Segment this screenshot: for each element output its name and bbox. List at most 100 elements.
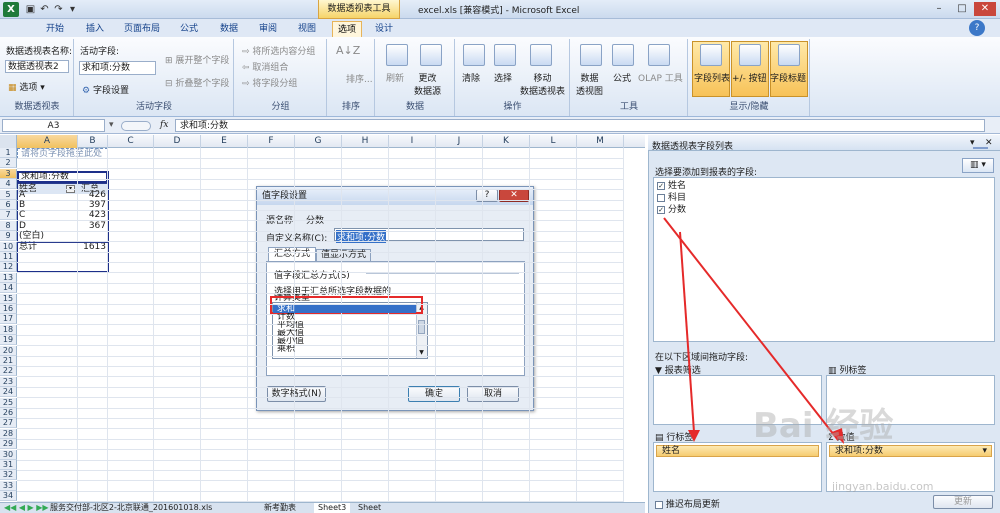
column-header-i[interactable]: I (389, 135, 436, 148)
column-header-l[interactable]: L (530, 135, 577, 148)
row-header-34[interactable]: 34 (0, 491, 17, 501)
field-checkbox[interactable] (657, 194, 665, 202)
arrow-head-row-labels (688, 430, 700, 442)
row-header-12[interactable]: 12 (0, 262, 17, 272)
calc-option-0[interactable]: 求和 (273, 305, 416, 313)
field-item-0[interactable]: ✓ 姓名 (657, 180, 686, 192)
row-header-8[interactable]: 8 (0, 221, 17, 231)
row-header-3[interactable]: 3 (0, 169, 17, 179)
arrow-to-row-labels (679, 231, 695, 433)
field-checkbox[interactable]: ✓ (657, 206, 665, 214)
row-header-23[interactable]: 23 (0, 377, 17, 387)
field-label: 分数 (668, 205, 687, 215)
column-header-d[interactable]: D (154, 135, 201, 148)
column-header-f[interactable]: F (248, 135, 295, 148)
row-header-17[interactable]: 17 (0, 314, 17, 324)
tab-7[interactable]: 选项 (332, 21, 362, 37)
row-header-10[interactable]: 10 (0, 242, 17, 252)
pivot-row-label[interactable]: B (19, 200, 77, 210)
gridline-v (107, 148, 108, 502)
column-header-m[interactable]: M (577, 135, 624, 148)
tab-5[interactable]: 审阅 (251, 21, 285, 37)
row-header-13[interactable]: 13 (0, 273, 17, 283)
field-item-2[interactable]: ✓ 分数 (657, 204, 686, 216)
calc-option-1[interactable]: 计数 (273, 313, 416, 321)
column-header-k[interactable]: K (483, 135, 530, 148)
gridline-h (17, 210, 624, 211)
row-header-31[interactable]: 31 (0, 460, 17, 470)
column-header-g[interactable]: G (295, 135, 342, 148)
pivot-row-label[interactable]: 总计 (19, 242, 77, 252)
row-header-25[interactable]: 25 (0, 398, 17, 408)
row-header-29[interactable]: 29 (0, 439, 17, 449)
pivot-row-label[interactable]: C (19, 210, 77, 220)
row-header-5[interactable]: 5 (0, 190, 17, 200)
row-header-32[interactable]: 32 (0, 470, 17, 480)
row-header-15[interactable]: 15 (0, 294, 17, 304)
row-header-22[interactable]: 22 (0, 366, 17, 376)
row-header-7[interactable]: 7 (0, 210, 17, 220)
gridline-h (17, 366, 624, 367)
gridline-h (17, 189, 624, 190)
column-header-e[interactable]: E (201, 135, 248, 148)
row-header-27[interactable]: 27 (0, 418, 17, 428)
pivot-row-value[interactable]: 426 (78, 190, 106, 200)
row-header-1[interactable]: 1 (0, 148, 17, 158)
tab-2[interactable]: 页面布局 (116, 21, 168, 37)
row-header-28[interactable]: 28 (0, 429, 17, 439)
pivot-row-label[interactable]: D (19, 221, 77, 231)
grand-total-rule (17, 242, 109, 243)
column-header-c[interactable]: C (108, 135, 154, 148)
column-header-h[interactable]: H (342, 135, 389, 148)
calc-option-3[interactable]: 最大值 (273, 329, 416, 337)
row-header-18[interactable]: 18 (0, 325, 17, 335)
row-header-24[interactable]: 24 (0, 387, 17, 397)
row-header-9[interactable]: 9 (0, 231, 17, 241)
calc-option-4[interactable]: 最小值 (273, 337, 416, 345)
column-header-a[interactable]: A (17, 135, 78, 148)
sheet-tab-0[interactable]: 服务交付部-北区2-北京联通_201601018.xls (48, 503, 214, 513)
gridline-h (17, 200, 624, 201)
column-header-j[interactable]: J (436, 135, 483, 148)
row-header-4[interactable]: 4 (0, 179, 17, 189)
row-header-30[interactable]: 30 (0, 450, 17, 460)
row-header-19[interactable]: 19 (0, 335, 17, 345)
field-checkbox[interactable]: ✓ (657, 182, 665, 190)
row-header-26[interactable]: 26 (0, 408, 17, 418)
pivot-row-value[interactable]: 367 (78, 221, 106, 231)
pivot-row-value[interactable]: 423 (78, 210, 106, 220)
sheet-tab-3[interactable]: Sheet (356, 503, 383, 513)
field-label: 科目 (668, 193, 687, 203)
calc-option-5[interactable]: 乘积 (273, 345, 416, 353)
tab-8[interactable]: 设计 (370, 21, 398, 37)
calc-option-2[interactable]: 平均值 (273, 321, 416, 329)
tab-0[interactable]: 开始 (38, 21, 72, 37)
gridline-h (17, 491, 624, 492)
row-header-16[interactable]: 16 (0, 304, 17, 314)
tab-3[interactable]: 公式 (172, 21, 206, 37)
row-header-2[interactable]: 2 (0, 158, 17, 168)
sheet-tab-1[interactable]: 新考勤表 (262, 503, 298, 513)
gridline-h (17, 252, 624, 253)
tab-1[interactable]: 插入 (78, 21, 112, 37)
gridline-v (623, 148, 624, 502)
pivot-row-value[interactable]: 397 (78, 200, 106, 210)
field-item-1[interactable]: 科目 (657, 192, 686, 204)
pivot-row-label[interactable]: A (19, 190, 77, 200)
gridline-h (17, 460, 624, 461)
tab-4[interactable]: 数据 (212, 21, 246, 37)
gridline-h (17, 501, 624, 502)
gridline-v (576, 148, 577, 502)
row-header-33[interactable]: 33 (0, 481, 17, 491)
pivot-row-value[interactable]: 1613 (78, 242, 106, 252)
row-header-20[interactable]: 20 (0, 346, 17, 356)
row-header-6[interactable]: 6 (0, 200, 17, 210)
row-header-14[interactable]: 14 (0, 283, 17, 293)
column-header-b[interactable]: B (78, 135, 108, 148)
pivot-row-label[interactable]: (空白) (19, 231, 77, 241)
row-header-21[interactable]: 21 (0, 356, 17, 366)
row-header-11[interactable]: 11 (0, 252, 17, 262)
gridline-h (17, 480, 624, 481)
sheet-tab-2[interactable]: Sheet3 (314, 503, 351, 513)
tab-6[interactable]: 视图 (290, 21, 324, 37)
